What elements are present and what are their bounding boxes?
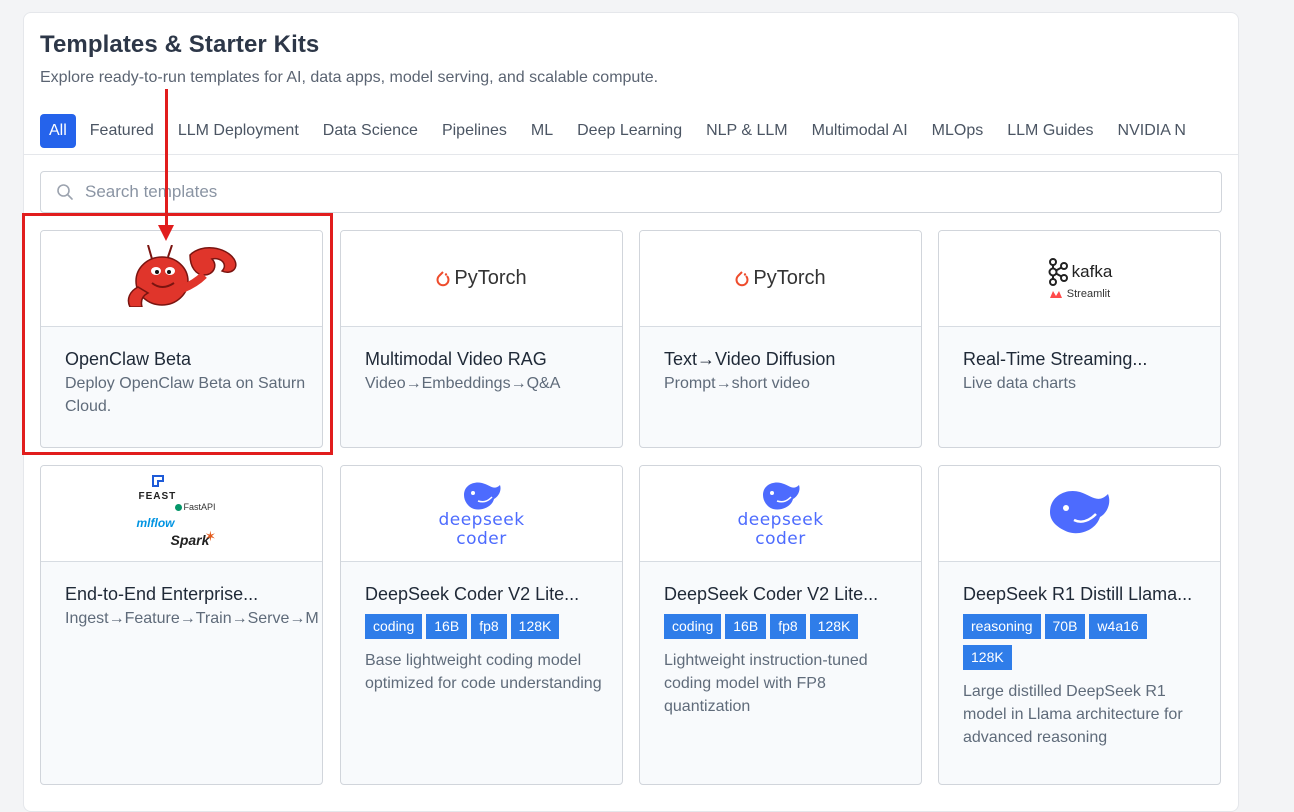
deepseek-logo-text: deepseek bbox=[438, 509, 525, 530]
coder-logo-text: coder bbox=[755, 528, 806, 549]
card-title: End-to-End Enterprise... bbox=[65, 584, 259, 604]
card-description: Large distilled DeepSeek R1 model in Lla… bbox=[963, 683, 1183, 746]
pytorch-logo-text: PyTorch bbox=[753, 267, 826, 289]
card-logo: deepseek coder bbox=[640, 466, 921, 562]
coder-logo-text: coder bbox=[456, 528, 507, 549]
tab-llm-deployment[interactable]: LLM Deployment bbox=[166, 114, 311, 148]
template-card-text-video-diffusion[interactable]: PyTorch Text→Video Diffusion Prompt→shor… bbox=[639, 230, 922, 448]
card-title: Real-Time Streaming... bbox=[963, 349, 1148, 369]
deepseek-coder-logo-icon: deepseek coder bbox=[438, 479, 524, 549]
template-card-openclaw[interactable]: OpenClaw Beta Deploy OpenClaw Beta on Sa… bbox=[40, 230, 323, 448]
deepseek-logo-text: deepseek bbox=[737, 509, 824, 530]
search-icon bbox=[55, 182, 75, 202]
tag: fp8 bbox=[471, 614, 507, 639]
tag: 16B bbox=[426, 614, 468, 639]
deepseek-whale-logo-icon bbox=[1046, 486, 1114, 541]
tab-data-science[interactable]: Data Science bbox=[311, 114, 430, 148]
pytorch-logo-icon: PyTorch bbox=[735, 267, 826, 290]
card-description: Live data charts bbox=[963, 375, 1076, 392]
kafka-streamlit-logo-icon: kafka Streamlit bbox=[1047, 257, 1113, 300]
template-card-deepseek-r1-distill[interactable]: DeepSeek R1 Distill Llama... reasoning 7… bbox=[938, 465, 1221, 785]
tag: 128K bbox=[809, 614, 859, 639]
card-description: Lightweight instruction-tuned coding mod… bbox=[664, 652, 868, 715]
tab-nvidia[interactable]: NVIDIA N bbox=[1106, 114, 1198, 148]
feast-logo-text: FEAST bbox=[138, 490, 177, 502]
tab-deep-learning[interactable]: Deep Learning bbox=[565, 114, 694, 148]
card-description: Base lightweight coding model optimized … bbox=[365, 652, 602, 692]
card-logo: PyTorch bbox=[640, 231, 921, 327]
card-description: Deploy OpenClaw Beta on Saturn Cloud. bbox=[65, 375, 306, 415]
template-card-multimodal-video-rag[interactable]: PyTorch Multimodal Video RAG Video→Embed… bbox=[340, 230, 623, 448]
page-subtitle: Explore ready-to-run templates for AI, d… bbox=[40, 69, 659, 86]
tag: 70B bbox=[1044, 614, 1086, 639]
tag-list: coding 16B fp8 128K bbox=[664, 614, 904, 645]
deepseek-coder-logo-icon: deepseek coder bbox=[737, 479, 823, 549]
tag: 128K bbox=[510, 614, 560, 639]
category-tabs: All Featured LLM Deployment Data Science… bbox=[40, 114, 1198, 148]
tab-nlp-llm[interactable]: NLP & LLM bbox=[694, 114, 800, 148]
fastapi-icon bbox=[174, 503, 182, 511]
card-description: Video→Embeddings→Q&A bbox=[365, 375, 561, 392]
tag-list: reasoning 70B w4a16 128K bbox=[963, 614, 1203, 676]
spark-star-icon: ✶ bbox=[204, 527, 217, 544]
tabs-divider bbox=[24, 154, 1238, 155]
tab-multimodal-ai[interactable]: Multimodal AI bbox=[800, 114, 920, 148]
card-title: OpenClaw Beta bbox=[65, 349, 192, 369]
tag: reasoning bbox=[963, 614, 1041, 639]
card-title: Text→Video Diffusion bbox=[664, 349, 836, 369]
template-card-deepseek-coder-instruct[interactable]: deepseek coder DeepSeek Coder V2 Lite...… bbox=[639, 465, 922, 785]
tag-list: coding 16B fp8 128K bbox=[365, 614, 605, 645]
tab-mlops[interactable]: MLOps bbox=[920, 114, 996, 148]
tag: coding bbox=[664, 614, 722, 639]
pytorch-logo-text: PyTorch bbox=[454, 267, 527, 289]
pytorch-logo-icon: PyTorch bbox=[436, 267, 527, 290]
card-logo: kafka Streamlit bbox=[939, 231, 1220, 327]
tag: w4a16 bbox=[1089, 614, 1147, 639]
card-title: DeepSeek Coder V2 Lite... bbox=[664, 584, 879, 604]
fastapi-logo-text: FastAPI bbox=[183, 501, 216, 512]
search-box[interactable] bbox=[40, 171, 1222, 213]
feast-fastapi-mlflow-spark-logo-icon: FEAST FastAPI mlflow Spark ✶ bbox=[137, 474, 227, 554]
lobster-logo-icon bbox=[122, 244, 242, 312]
mlflow-logo-text: mlflow bbox=[136, 515, 175, 530]
card-logo: deepseek coder bbox=[341, 466, 622, 562]
card-description: Prompt→short video bbox=[664, 375, 810, 392]
tag: 128K bbox=[963, 645, 1012, 670]
search-input[interactable] bbox=[85, 182, 1185, 202]
card-title: Multimodal Video RAG bbox=[365, 349, 547, 369]
card-logo: PyTorch bbox=[341, 231, 622, 327]
tab-all[interactable]: All bbox=[40, 114, 76, 148]
card-title: DeepSeek R1 Distill Llama... bbox=[963, 584, 1193, 604]
page-title: Templates & Starter Kits bbox=[40, 31, 320, 58]
tab-llm-guides[interactable]: LLM Guides bbox=[995, 114, 1105, 148]
templates-panel: Templates & Starter Kits Explore ready-t… bbox=[23, 12, 1239, 812]
card-logo bbox=[939, 466, 1220, 562]
tab-ml[interactable]: ML bbox=[519, 114, 565, 148]
kafka-logo-text: kafka bbox=[1071, 262, 1113, 281]
card-logo: FEAST FastAPI mlflow Spark ✶ bbox=[41, 466, 322, 562]
tab-featured[interactable]: Featured bbox=[78, 114, 166, 148]
card-title: DeepSeek Coder V2 Lite... bbox=[365, 584, 580, 604]
template-card-end-to-end-enterprise[interactable]: FEAST FastAPI mlflow Spark ✶ End-to-End … bbox=[40, 465, 323, 785]
card-description: Ingest→Feature→Train→Serve→M bbox=[65, 610, 319, 627]
tag: 16B bbox=[725, 614, 767, 639]
template-card-real-time-streaming[interactable]: kafka Streamlit Real-Time Streaming... L… bbox=[938, 230, 1221, 448]
card-logo bbox=[41, 231, 322, 327]
streamlit-logo-text: Streamlit bbox=[1066, 288, 1111, 300]
tab-pipelines[interactable]: Pipelines bbox=[430, 114, 519, 148]
tag: fp8 bbox=[770, 614, 806, 639]
template-card-deepseek-coder-base[interactable]: deepseek coder DeepSeek Coder V2 Lite...… bbox=[340, 465, 623, 785]
tag: coding bbox=[365, 614, 423, 639]
